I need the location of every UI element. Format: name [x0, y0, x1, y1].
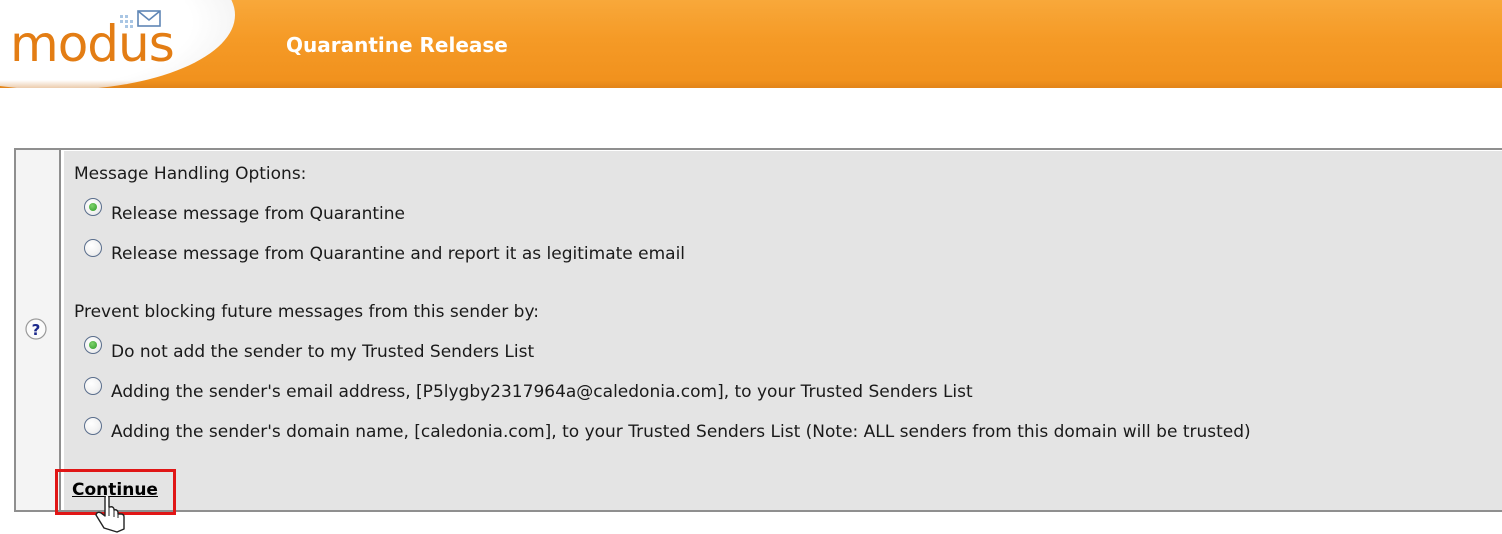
option-add-email-label[interactable]: Adding the sender's email address, [P5ly… — [111, 382, 973, 402]
svg-text:?: ? — [32, 321, 41, 339]
radio-selected-dot — [89, 203, 97, 211]
trusted-heading: Prevent blocking future messages from th… — [74, 302, 539, 322]
envelope-icon — [120, 10, 161, 28]
question-mark-icon[interactable]: ? — [23, 316, 49, 342]
options-content: Message Handling Options: Release messag… — [63, 150, 1502, 510]
radio-add-email[interactable] — [84, 377, 102, 395]
option-do-not-add-label[interactable]: Do not add the sender to my Trusted Send… — [111, 342, 534, 362]
radio-release-report[interactable] — [84, 239, 102, 257]
options-panel: ? Message Handling Options: Release mess… — [14, 148, 1502, 512]
radio-add-domain[interactable] — [84, 417, 102, 435]
option-add-domain-label[interactable]: Adding the sender's domain name, [caledo… — [111, 422, 1251, 442]
radio-selected-dot — [89, 341, 97, 349]
page-title: Quarantine Release — [286, 33, 508, 57]
option-release-label[interactable]: Release message from Quarantine — [111, 204, 405, 224]
radio-do-not-add[interactable] — [84, 336, 102, 354]
hand-pointer-icon — [95, 496, 125, 533]
header-bar: modus Quarantine Release — [0, 0, 1502, 88]
header-shade — [0, 80, 1502, 88]
option-release-report-label[interactable]: Release message from Quarantine and repo… — [111, 244, 685, 264]
help-column: ? — [16, 150, 61, 510]
radio-release[interactable] — [84, 198, 102, 216]
handling-heading: Message Handling Options: — [74, 164, 307, 184]
